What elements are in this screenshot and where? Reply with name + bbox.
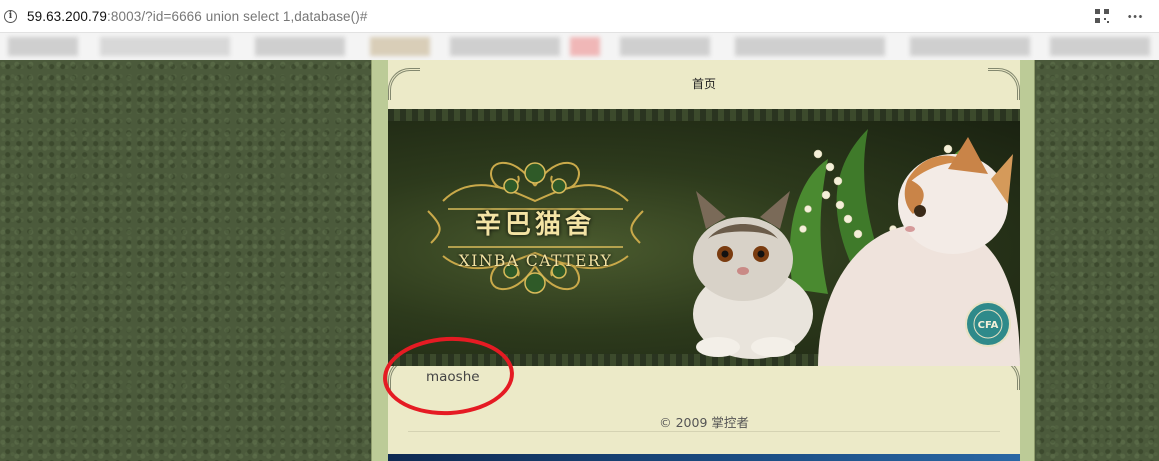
footer-copyright: © 2009 掌控者 — [659, 415, 749, 430]
more-menu-icon[interactable] — [1127, 15, 1143, 18]
bookmarks-bar-blurred — [0, 33, 1159, 60]
info-icon[interactable]: i — [4, 9, 17, 23]
cattery-banner: 辛巴猫舍 XINBA CATTERY CFA — [388, 109, 1020, 366]
cats-illustration: CFA — [693, 129, 1020, 366]
next-section-banner-partial — [388, 454, 1020, 461]
svg-text:CFA: CFA — [978, 320, 999, 331]
footer-divider — [408, 431, 1000, 432]
url-field[interactable]: 59.63.200.79:8003/?id=6666 union select … — [27, 9, 367, 24]
qr-code-icon[interactable] — [1095, 9, 1109, 23]
url-path: :8003/?id=6666 union select 1,database()… — [107, 8, 368, 24]
nav-home-link[interactable]: 首页 — [388, 75, 1020, 92]
content-frame: 首页 辛巴猫舍 XINBA CATTERY CFA maoshe © 2009 … — [371, 60, 1035, 461]
browser-address-bar: i 59.63.200.79:8003/?id=6666 union selec… — [0, 0, 1159, 33]
url-host: 59.63.200.79 — [27, 8, 108, 24]
content-area: 首页 辛巴猫舍 XINBA CATTERY CFA maoshe © 2009 … — [381, 60, 1020, 461]
